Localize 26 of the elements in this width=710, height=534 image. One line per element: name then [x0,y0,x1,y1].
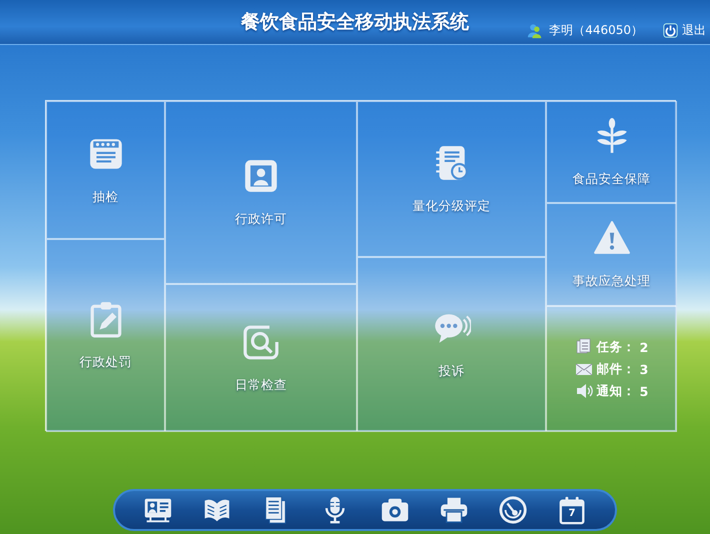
app-title: 餐饮食品安全移动执法系统 [241,10,469,35]
printer-button[interactable] [438,495,469,525]
user-icon [527,22,544,38]
logout-button[interactable]: 退出 [663,22,706,39]
summary-count: 3 [640,362,648,376]
power-icon [663,23,678,38]
menu-tile[interactable]: 量化分级评定 [357,101,546,257]
summary-label: 邮件： [596,360,636,378]
magnifier-icon [242,322,280,360]
speaker-icon [574,382,593,400]
menu-tile[interactable]: 食品安全保障 [546,101,677,203]
menu-tile[interactable]: 行政许可 [165,101,357,284]
warning-icon [592,219,630,257]
menu-tile[interactable]: 抽检 [46,101,165,239]
summary-count: 5 [640,384,648,398]
user-name: 李明（446050） [549,22,643,39]
summary-label: 任务： [596,338,636,356]
menu-tile[interactable]: 事故应急处理 [546,203,677,306]
summary-label: 通知： [596,382,636,400]
gauge-button[interactable] [498,495,528,525]
documents-icon [574,338,593,356]
menu-tile[interactable]: 投诉 [357,257,546,432]
summary-count: 2 [640,340,648,354]
menu-tile[interactable]: 行政处罚 [46,239,165,432]
menu-tile[interactable]: 日常检查 [165,284,357,432]
portrait-icon [242,157,280,195]
